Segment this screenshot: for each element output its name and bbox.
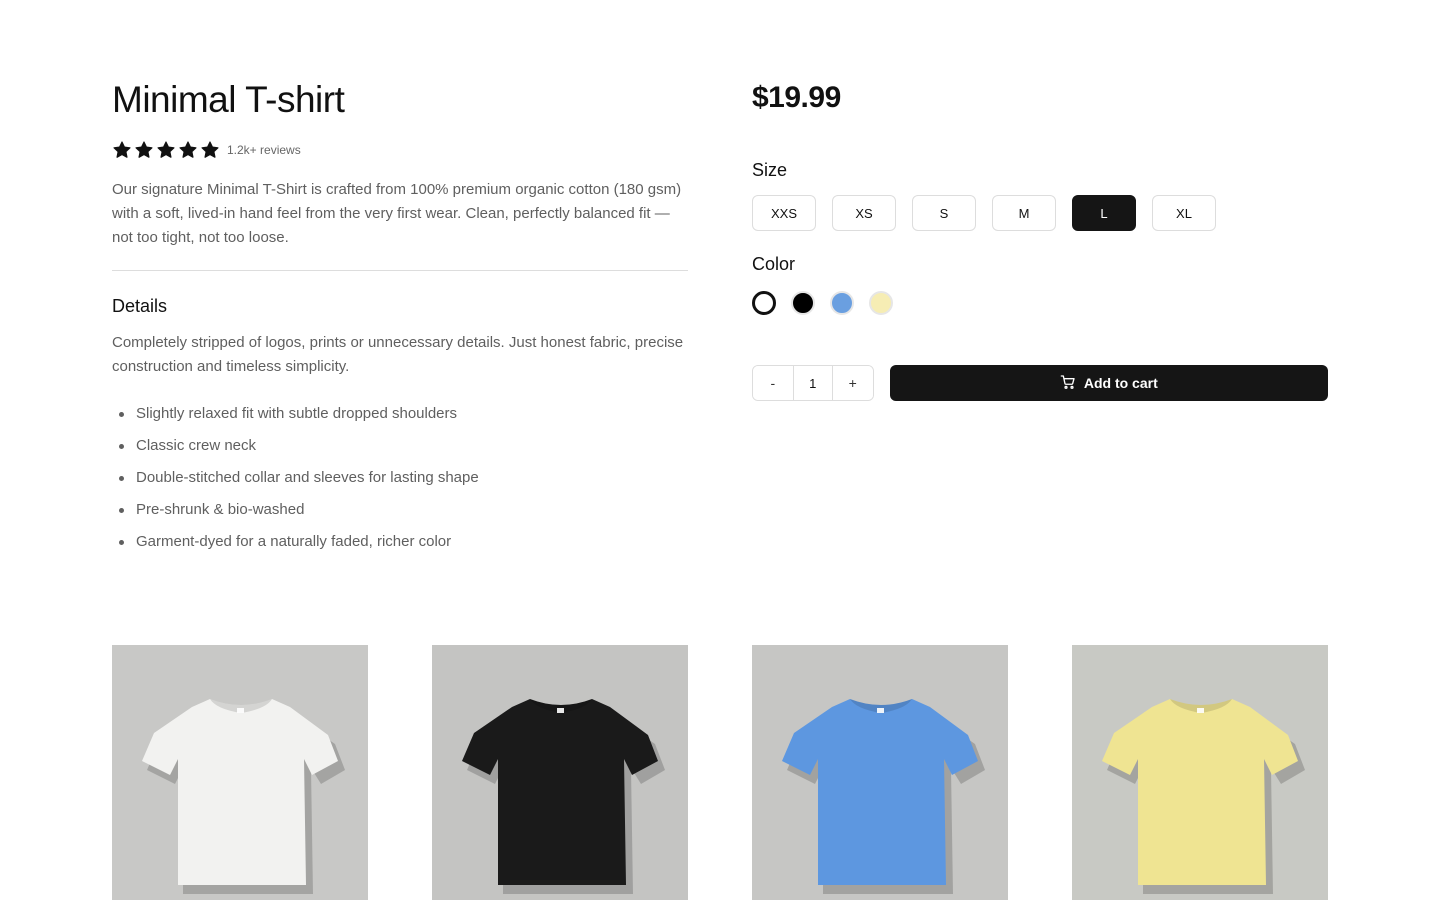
size-selector: XXS XS S M L XL (752, 195, 1328, 231)
decrease-quantity-button[interactable]: - (753, 366, 793, 400)
feature-item: Classic crew neck (119, 435, 688, 457)
details-text: Completely stripped of logos, prints or … (112, 334, 684, 375)
color-swatch-white[interactable] (752, 291, 776, 315)
feature-item: Pre-shrunk & bio-washed (119, 499, 688, 521)
size-option-s[interactable]: S (912, 195, 976, 231)
star-icon (134, 140, 154, 160)
color-selector (752, 291, 1328, 315)
star-icon (200, 140, 220, 160)
star-icon (178, 140, 198, 160)
rating: 1.2k+ reviews (112, 139, 688, 161)
star-icon (156, 140, 176, 160)
color-swatch-blue[interactable] (830, 291, 854, 315)
product-image-blue-tshirt[interactable] (752, 645, 1008, 900)
size-option-m[interactable]: M (992, 195, 1056, 231)
size-option-l[interactable]: L (1072, 195, 1136, 231)
product-description: Our signature Minimal T-Shirt is crafted… (112, 181, 682, 246)
product-info: Minimal T-shirt 1.2k+ reviews Our signat… (112, 78, 688, 563)
cart-icon (1060, 374, 1076, 393)
product-title: Minimal T-shirt (112, 79, 345, 120)
feature-item: Slightly relaxed fit with subtle dropped… (119, 403, 688, 425)
add-to-cart-label: Add to cart (1083, 375, 1158, 391)
star-rating (112, 140, 220, 160)
add-to-cart-button[interactable]: Add to cart (889, 365, 1328, 401)
purchase-panel: $19.99 Size XXS XS S M L XL Color - + Ad… (752, 78, 1328, 401)
star-icon (112, 140, 132, 160)
product-image-white-tshirt[interactable] (112, 645, 368, 900)
size-label: Size (752, 160, 788, 180)
product-image-black-tshirt[interactable] (432, 645, 688, 900)
quantity-input[interactable] (792, 366, 833, 400)
color-label: Color (752, 254, 796, 274)
feature-item: Garment-dyed for a naturally faded, rich… (119, 531, 688, 553)
size-option-xl[interactable]: XL (1152, 195, 1216, 231)
quantity-stepper: - + (752, 365, 874, 401)
product-image-yellow-tshirt[interactable] (1072, 645, 1328, 900)
price: $19.99 (752, 81, 841, 114)
reviews-count[interactable]: 1.2k+ reviews (227, 143, 301, 157)
feature-item: Double-stitched collar and sleeves for l… (119, 467, 688, 489)
size-option-xxs[interactable]: XXS (752, 195, 816, 231)
feature-list: Slightly relaxed fit with subtle dropped… (112, 403, 688, 553)
color-swatch-yellow[interactable] (869, 291, 893, 315)
details-heading: Details (112, 296, 168, 316)
color-swatch-black[interactable] (791, 291, 815, 315)
size-option-xs[interactable]: XS (832, 195, 896, 231)
increase-quantity-button[interactable]: + (832, 366, 873, 400)
divider (112, 270, 688, 271)
product-gallery (112, 645, 1328, 900)
cart-row: - + Add to cart (752, 365, 1328, 401)
